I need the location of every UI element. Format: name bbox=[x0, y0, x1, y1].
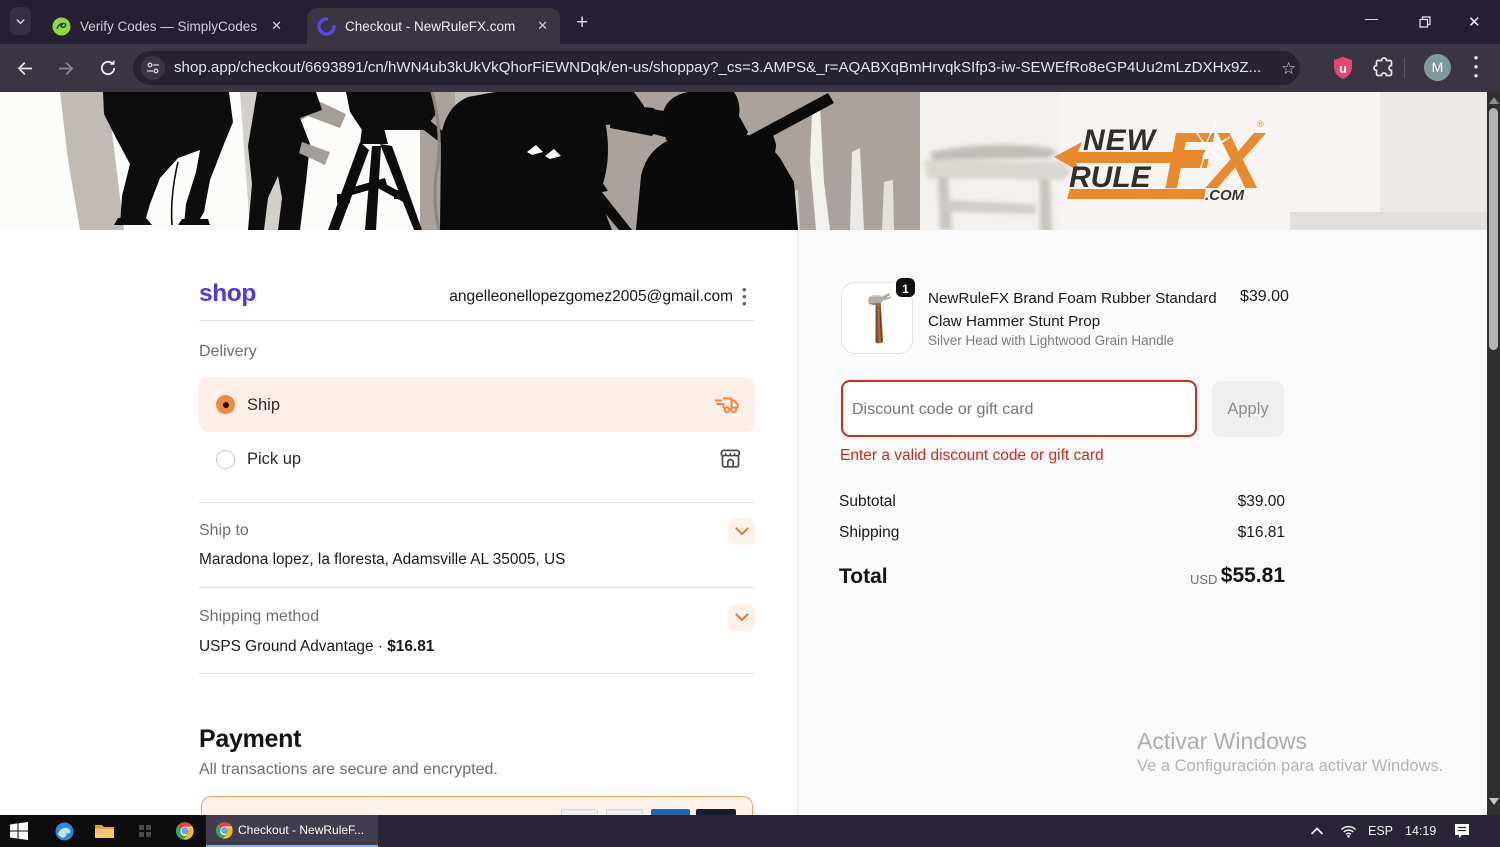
svg-text:®: ® bbox=[1257, 119, 1264, 129]
svg-text:u: u bbox=[1339, 61, 1347, 76]
svg-text:.COM: .COM bbox=[1205, 187, 1245, 204]
svg-text:NEW: NEW bbox=[1083, 124, 1158, 157]
svg-text:RULE: RULE bbox=[1069, 161, 1152, 194]
